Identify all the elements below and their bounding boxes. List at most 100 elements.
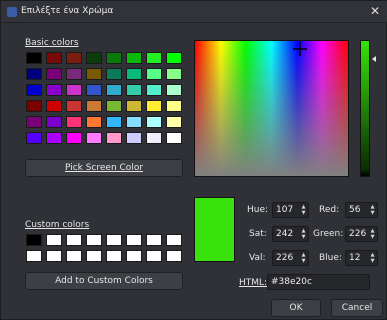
add-to-custom-colors-button[interactable]: Add to Custom Colors [25,272,183,290]
basic-color-swatch[interactable] [146,116,162,128]
basic-color-swatch[interactable] [106,68,122,80]
basic-color-swatch[interactable] [166,68,182,80]
sat-label: Sat: [249,229,267,239]
html-color-input[interactable]: #38e20c [267,274,370,290]
basic-color-swatch[interactable] [46,116,62,128]
spin-arrows-icon[interactable]: ▲ ▼ [300,228,307,240]
basic-color-swatch[interactable] [166,116,182,128]
spin-arrows-icon[interactable]: ▲ ▼ [369,252,376,264]
custom-color-swatch[interactable] [166,234,182,246]
basic-color-swatch[interactable] [86,116,102,128]
custom-color-swatch[interactable] [66,234,82,246]
custom-color-swatch[interactable] [46,234,62,246]
basic-color-swatch[interactable] [146,52,162,64]
hue-label: Hue: [247,205,269,215]
val-value: 226 [276,253,294,263]
red-spinbox[interactable]: 56 ▲ ▼ [345,202,378,218]
basic-color-swatch[interactable] [86,68,102,80]
custom-color-swatch[interactable] [146,234,162,246]
hue-value: 107 [276,205,294,215]
basic-color-swatch[interactable] [126,116,142,128]
basic-color-swatch[interactable] [26,100,42,112]
basic-colors-label: Basic colors [25,38,79,48]
basic-color-swatch[interactable] [66,68,82,80]
spin-arrows-icon[interactable]: ▲ ▼ [369,204,376,216]
basic-color-swatch[interactable] [66,84,82,96]
sat-spinbox[interactable]: 242 ▲ ▼ [272,226,309,242]
pick-screen-color-button[interactable]: Pick Screen Color [25,159,183,177]
basic-color-swatch[interactable] [106,116,122,128]
basic-color-swatch[interactable] [66,116,82,128]
basic-color-swatch[interactable] [126,132,142,144]
basic-color-swatch[interactable] [166,100,182,112]
basic-color-swatch[interactable] [46,52,62,64]
custom-color-swatch[interactable] [26,250,42,262]
spin-arrows-icon[interactable]: ▲ ▼ [369,228,376,240]
basic-color-swatch[interactable] [66,132,82,144]
color-spectrum[interactable] [194,40,349,177]
basic-color-swatch[interactable] [26,116,42,128]
basic-color-swatch[interactable] [66,100,82,112]
basic-color-swatch[interactable] [126,100,142,112]
app-icon [7,7,17,17]
basic-color-swatch[interactable] [86,100,102,112]
basic-color-swatch[interactable] [106,100,122,112]
custom-color-swatch[interactable] [126,250,142,262]
custom-color-swatch[interactable] [106,250,122,262]
custom-colors-label: Custom colors [25,220,90,230]
custom-color-swatch[interactable] [86,250,102,262]
basic-color-swatch[interactable] [86,52,102,64]
hue-spinbox[interactable]: 107 ▲ ▼ [272,202,309,218]
basic-color-swatch[interactable] [106,84,122,96]
basic-color-swatch[interactable] [46,100,62,112]
basic-color-swatch[interactable] [166,132,182,144]
green-spinbox[interactable]: 226 ▲ ▼ [345,226,378,242]
basic-color-swatch[interactable] [26,68,42,80]
cancel-button[interactable]: Cancel [331,299,383,317]
basic-color-swatch[interactable] [66,52,82,64]
title-bar: Επιλέξτε ένα Χρώμα ✕ [1,1,387,23]
basic-color-swatch[interactable] [146,84,162,96]
basic-color-swatch[interactable] [106,52,122,64]
close-icon[interactable]: ✕ [368,4,382,18]
basic-colors-grid [26,52,182,144]
custom-color-swatch[interactable] [26,234,42,246]
html-label: HTML: [239,278,268,288]
basic-color-swatch[interactable] [46,68,62,80]
custom-color-swatch[interactable] [146,250,162,262]
basic-color-swatch[interactable] [146,68,162,80]
custom-color-swatch[interactable] [86,234,102,246]
basic-color-swatch[interactable] [146,100,162,112]
custom-color-swatch[interactable] [126,234,142,246]
spin-arrows-icon[interactable]: ▲ ▼ [300,252,307,264]
pick-screen-color-label: Pick Screen Color [64,163,144,173]
basic-color-swatch[interactable] [26,84,42,96]
custom-color-swatch[interactable] [106,234,122,246]
basic-color-swatch[interactable] [26,132,42,144]
ok-button[interactable]: OK [271,299,321,317]
basic-color-swatch[interactable] [86,84,102,96]
basic-color-swatch[interactable] [86,132,102,144]
basic-color-swatch[interactable] [146,132,162,144]
current-color-preview [194,197,235,262]
custom-color-swatch[interactable] [46,250,62,262]
basic-color-swatch[interactable] [166,52,182,64]
value-slider-arrow-icon[interactable] [372,56,376,62]
value-slider[interactable] [360,40,370,177]
custom-color-swatch[interactable] [66,250,82,262]
basic-color-swatch[interactable] [126,68,142,80]
add-to-custom-colors-label: Add to Custom Colors [55,276,153,286]
basic-color-swatch[interactable] [26,52,42,64]
val-spinbox[interactable]: 226 ▲ ▼ [272,250,309,266]
sat-value: 242 [276,229,294,239]
red-label: Red: [319,205,340,215]
custom-color-swatch[interactable] [166,250,182,262]
basic-color-swatch[interactable] [166,84,182,96]
spin-arrows-icon[interactable]: ▲ ▼ [300,204,307,216]
basic-color-swatch[interactable] [46,132,62,144]
basic-color-swatch[interactable] [106,132,122,144]
blue-spinbox[interactable]: 12 ▲ ▼ [345,250,378,266]
basic-color-swatch[interactable] [126,84,142,96]
basic-color-swatch[interactable] [46,84,62,96]
basic-color-swatch[interactable] [126,52,142,64]
